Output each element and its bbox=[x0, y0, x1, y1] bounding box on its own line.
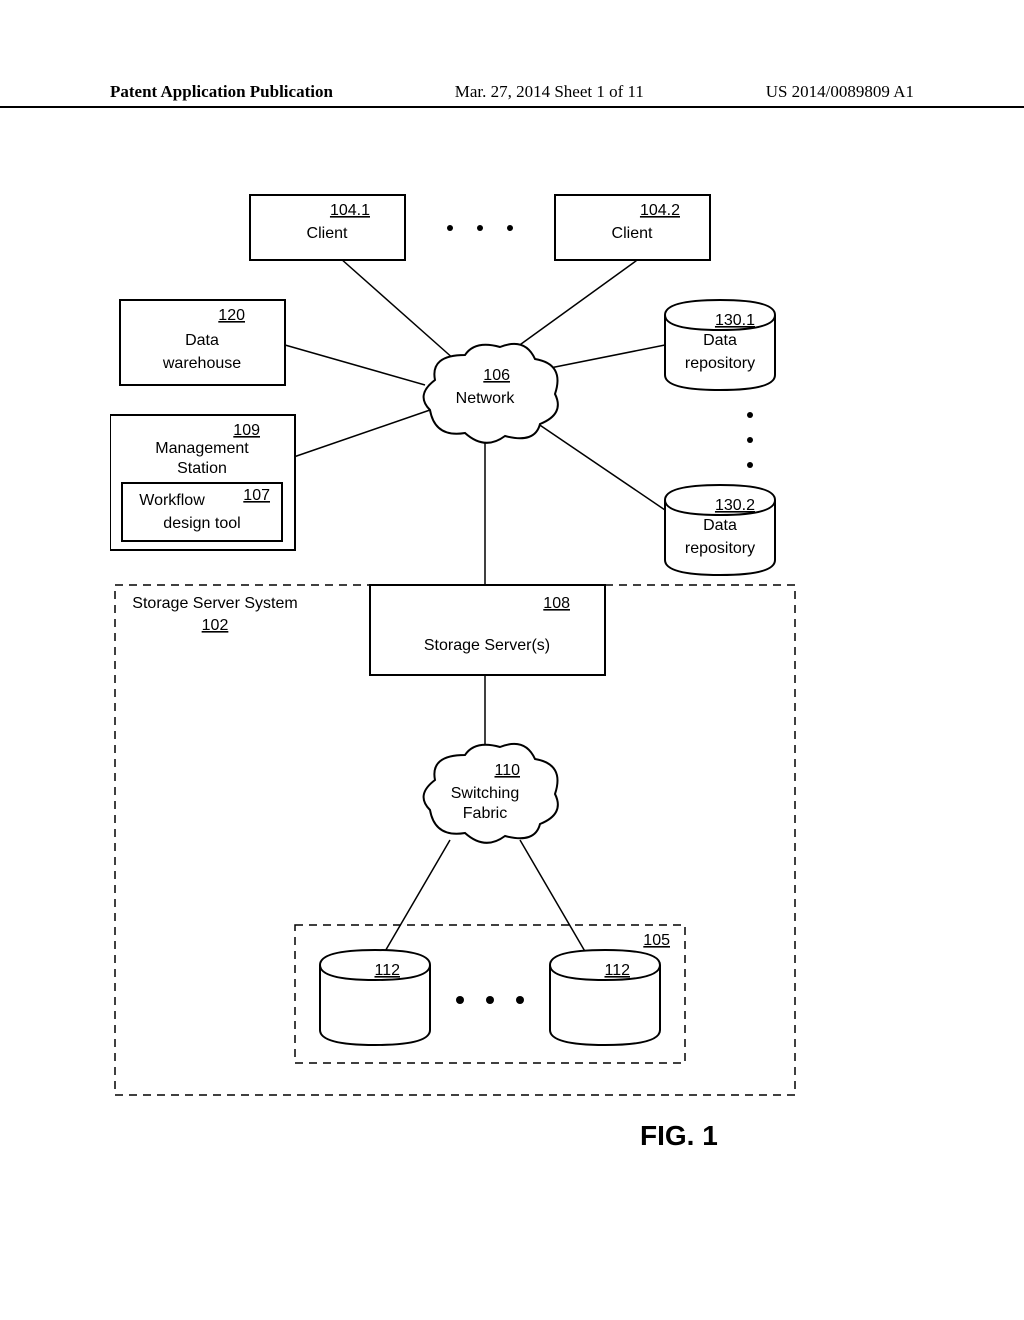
sss-label: Storage Server System bbox=[132, 595, 297, 612]
dw-label2: warehouse bbox=[162, 355, 241, 372]
client-1-num: 104.1 bbox=[330, 202, 370, 219]
switching-fabric-cloud: 110 Switching Fabric bbox=[424, 744, 558, 843]
data-repo-2-cylinder: 130.2 Data repository bbox=[665, 485, 775, 575]
disk2-num: 112 bbox=[604, 962, 630, 979]
sss-num: 102 bbox=[202, 617, 229, 634]
mgmt-num: 109 bbox=[233, 422, 260, 439]
mgmt-label1: Management bbox=[155, 440, 249, 457]
client-1-label: Client bbox=[307, 225, 348, 242]
wf-label2: design tool bbox=[163, 515, 240, 532]
diagram-svg: 104.1 Client 104.2 Client 120 Data wareh… bbox=[110, 190, 890, 1130]
sf-label1: Switching bbox=[451, 785, 519, 802]
disks-ellipsis bbox=[456, 996, 524, 1004]
figure-caption: FIG. 1 bbox=[640, 1120, 718, 1152]
disks-num: 105 bbox=[643, 932, 670, 949]
wf-num: 107 bbox=[243, 487, 270, 504]
mgmt-label2: Station bbox=[177, 460, 227, 477]
srv-label: Storage Server(s) bbox=[424, 637, 550, 654]
repo2-label1: Data bbox=[703, 517, 737, 534]
dw-label1: Data bbox=[185, 332, 219, 349]
header-right: US 2014/0089809 A1 bbox=[766, 82, 914, 102]
client-2-num: 104.2 bbox=[640, 202, 680, 219]
client-2-label: Client bbox=[612, 225, 653, 242]
dw-num: 120 bbox=[218, 307, 245, 324]
repo-ellipsis bbox=[747, 412, 753, 468]
client-2-box: 104.2 Client bbox=[555, 195, 710, 260]
sf-label2: Fabric bbox=[463, 805, 507, 822]
header-left: Patent Application Publication bbox=[110, 82, 333, 102]
repo2-label2: repository bbox=[685, 540, 755, 557]
client-1-box: 104.1 Client bbox=[250, 195, 405, 260]
srv-num: 108 bbox=[543, 595, 570, 612]
wf-label1: Workflow bbox=[139, 492, 205, 509]
disk-2-cylinder: 112 bbox=[550, 950, 660, 1045]
management-station-box: 109 Management Station 107 Workflow desi… bbox=[110, 415, 295, 550]
figure-diagram: 104.1 Client 104.2 Client 120 Data wareh… bbox=[110, 190, 890, 1130]
sf-num: 110 bbox=[494, 762, 520, 779]
header-mid: Mar. 27, 2014 Sheet 1 of 11 bbox=[455, 82, 644, 102]
net-num: 106 bbox=[483, 367, 510, 384]
repo1-label1: Data bbox=[703, 332, 737, 349]
data-warehouse-box: 120 Data warehouse bbox=[120, 300, 285, 385]
repo2-num: 130.2 bbox=[715, 497, 755, 514]
page-header: Patent Application Publication Mar. 27, … bbox=[0, 82, 1024, 108]
storage-servers-box: 108 Storage Server(s) bbox=[370, 585, 605, 675]
disk-1-cylinder: 112 bbox=[320, 950, 430, 1045]
data-repo-1-cylinder: 130.1 Data repository bbox=[665, 300, 775, 390]
network-cloud: 106 Network bbox=[424, 344, 558, 443]
page: Patent Application Publication Mar. 27, … bbox=[0, 0, 1024, 1320]
disk1-num: 112 bbox=[374, 962, 400, 979]
repo1-label2: repository bbox=[685, 355, 755, 372]
clients-ellipsis bbox=[447, 225, 513, 231]
net-label: Network bbox=[456, 390, 516, 407]
repo1-num: 130.1 bbox=[715, 312, 755, 329]
